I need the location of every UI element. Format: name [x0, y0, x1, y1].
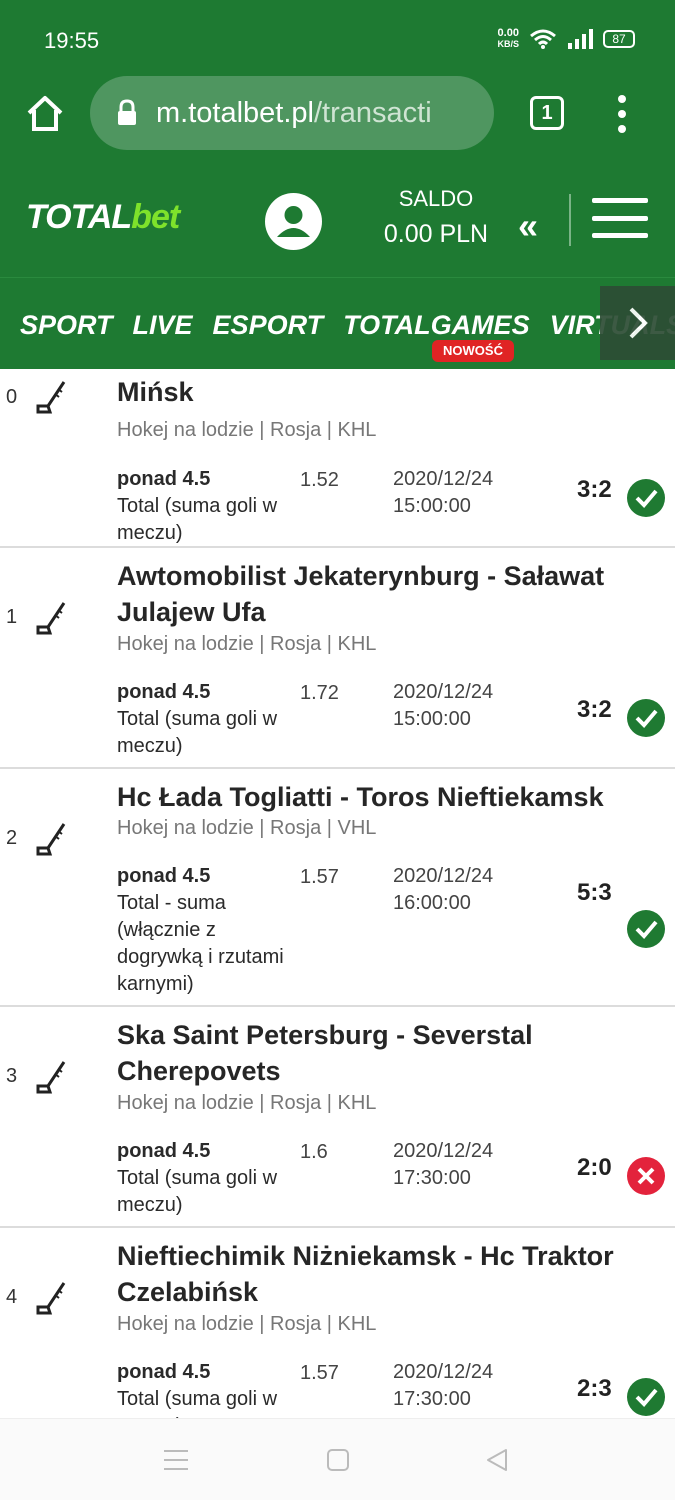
event-datetime: 2020/12/24 16:00:00 — [393, 865, 494, 914]
hockey-icon — [36, 1061, 66, 1094]
score: 5:3 — [577, 879, 612, 906]
net-speed: 0.00 KB/S — [497, 27, 519, 50]
bet-row: 3 Ska Saint Petersburg - Severstal Chere… — [0, 1007, 675, 1228]
league: Hokej na lodzie | Rosja | KHL — [117, 1313, 377, 1335]
status-time: 19:55 — [44, 28, 100, 53]
match-name: Mińsk — [117, 377, 194, 407]
event-datetime: 2020/12/24 17:30:00 — [393, 1361, 494, 1410]
bet-row: 0 Mińsk Hokej na lodzie | Rosja | KHL po… — [0, 369, 675, 548]
bet-index: 4 — [6, 1286, 18, 1308]
league: Hokej na lodzie | Rosja | KHL — [117, 419, 377, 441]
pick: ponad 4.5 — [117, 865, 211, 887]
totalbet-logo[interactable]: TOTALbet — [26, 198, 180, 237]
win-check-icon — [627, 699, 665, 737]
nav-sport[interactable]: SPORT — [20, 310, 113, 341]
chevron-right-icon — [629, 307, 648, 339]
bet-row: 1 Awtomobilist Jekaterynburg - Saławat J… — [0, 548, 675, 769]
url-text: m.totalbet.pl/transacti — [156, 97, 456, 130]
status-icons: 0.00 KB/S 87 — [497, 28, 635, 50]
event-datetime: 2020/12/24 15:00:00 — [393, 468, 494, 517]
score: 2:3 — [577, 1375, 612, 1402]
league: Hokej na lodzie | Rosja | KHL — [117, 633, 377, 655]
hockey-icon — [36, 602, 66, 635]
score: 3:2 — [577, 476, 612, 503]
score: 2:0 — [577, 1154, 612, 1181]
odds: 1.6 — [300, 1141, 328, 1163]
match-name: Ska Saint Petersburg - Severstal Cherepo… — [117, 1020, 533, 1086]
bet-index: 1 — [6, 606, 18, 628]
collapse-icon[interactable]: « — [518, 208, 538, 244]
lock-icon — [118, 99, 136, 125]
tabs-button[interactable]: 1 — [530, 96, 564, 130]
hockey-icon — [36, 381, 66, 414]
address-bar[interactable]: m.totalbet.pl/transacti — [90, 76, 494, 150]
match-name: Hc Łada Togliatti - Toros Nieftiekamsk — [117, 782, 604, 812]
market: ponad 4.5 Total - suma (włącznie z dogryw… — [117, 863, 297, 998]
match-name: Awtomobilist Jekaterynburg - Saławat Jul… — [117, 561, 605, 627]
match-name: Nieftiechimik Niżniekamsk - Hc Traktor C… — [117, 1241, 614, 1307]
nav-live[interactable]: LIVE — [133, 310, 193, 341]
event-datetime: 2020/12/24 17:30:00 — [393, 1140, 494, 1189]
divider — [569, 194, 571, 246]
bet-index: 3 — [6, 1065, 18, 1087]
pick: ponad 4.5 — [117, 468, 211, 490]
bet-row: 4 Nieftiechimik Niżniekamsk - Hc Traktor… — [0, 1228, 675, 1418]
account-icon[interactable] — [265, 193, 322, 250]
nav-esport[interactable]: ESPORT — [213, 310, 324, 341]
balance: SALDO 0.00 PLN — [375, 186, 497, 249]
home-icon[interactable] — [24, 92, 66, 134]
system-nav-bar — [0, 1418, 675, 1500]
browser-chrome: 19:55 0.00 KB/S 87 m.totalbet.pl/transac… — [0, 0, 675, 165]
url-path: /transacti — [313, 96, 432, 129]
odds: 1.57 — [300, 866, 339, 888]
hockey-icon — [36, 823, 66, 856]
recents-icon[interactable] — [163, 1449, 189, 1471]
transaction-list: 0 Mińsk Hokej na lodzie | Rosja | KHL po… — [0, 369, 675, 1418]
market: ponad 4.5Total (suma goli w meczu) — [117, 1359, 297, 1418]
odds: 1.72 — [300, 682, 339, 704]
pick: ponad 4.5 — [117, 1361, 211, 1383]
signal-icon — [568, 29, 593, 49]
league: Hokej na lodzie | Rosja | KHL — [117, 1092, 377, 1114]
win-check-icon — [627, 910, 665, 948]
odds: 1.52 — [300, 469, 339, 491]
balance-value: 0.00 PLN — [383, 220, 489, 248]
sports-nav: SPORT LIVE ESPORT TOTALGAMES VIRTUALS NO… — [0, 277, 675, 369]
nav-next-button[interactable] — [600, 286, 675, 360]
pick: ponad 4.5 — [117, 681, 211, 703]
league: Hokej na lodzie | Rosja | VHL — [117, 817, 377, 839]
market: ponad 4.5Total (suma goli w meczu) — [117, 466, 297, 547]
pick: ponad 4.5 — [117, 1140, 211, 1162]
bet-row: 2 Hc Łada Togliatti - Toros Nieftiekamsk… — [0, 769, 675, 1007]
nav-totalgames[interactable]: TOTALGAMES — [343, 310, 530, 341]
win-check-icon — [627, 1378, 665, 1416]
market: ponad 4.5Total (suma goli w meczu) — [117, 679, 297, 760]
win-check-icon — [627, 479, 665, 517]
balance-label: SALDO — [398, 186, 474, 211]
lose-cross-icon — [627, 1157, 665, 1195]
event-datetime: 2020/12/24 15:00:00 — [393, 681, 494, 730]
hockey-icon — [36, 1282, 66, 1315]
browser-menu-icon[interactable] — [614, 95, 630, 133]
bet-index: 2 — [6, 827, 18, 849]
odds: 1.57 — [300, 1362, 339, 1384]
market: ponad 4.5Total (suma goli w meczu) — [117, 1138, 297, 1219]
url-host: m.totalbet.pl — [156, 96, 314, 129]
score: 3:2 — [577, 696, 612, 723]
battery-icon: 87 — [603, 30, 635, 48]
hamburger-menu-icon[interactable] — [592, 198, 648, 238]
bet-index: 0 — [6, 386, 18, 408]
back-icon[interactable] — [484, 1447, 510, 1473]
wifi-icon — [530, 29, 556, 49]
home-nav-icon[interactable] — [326, 1448, 350, 1472]
new-badge: NOWOŚĆ — [432, 340, 514, 362]
